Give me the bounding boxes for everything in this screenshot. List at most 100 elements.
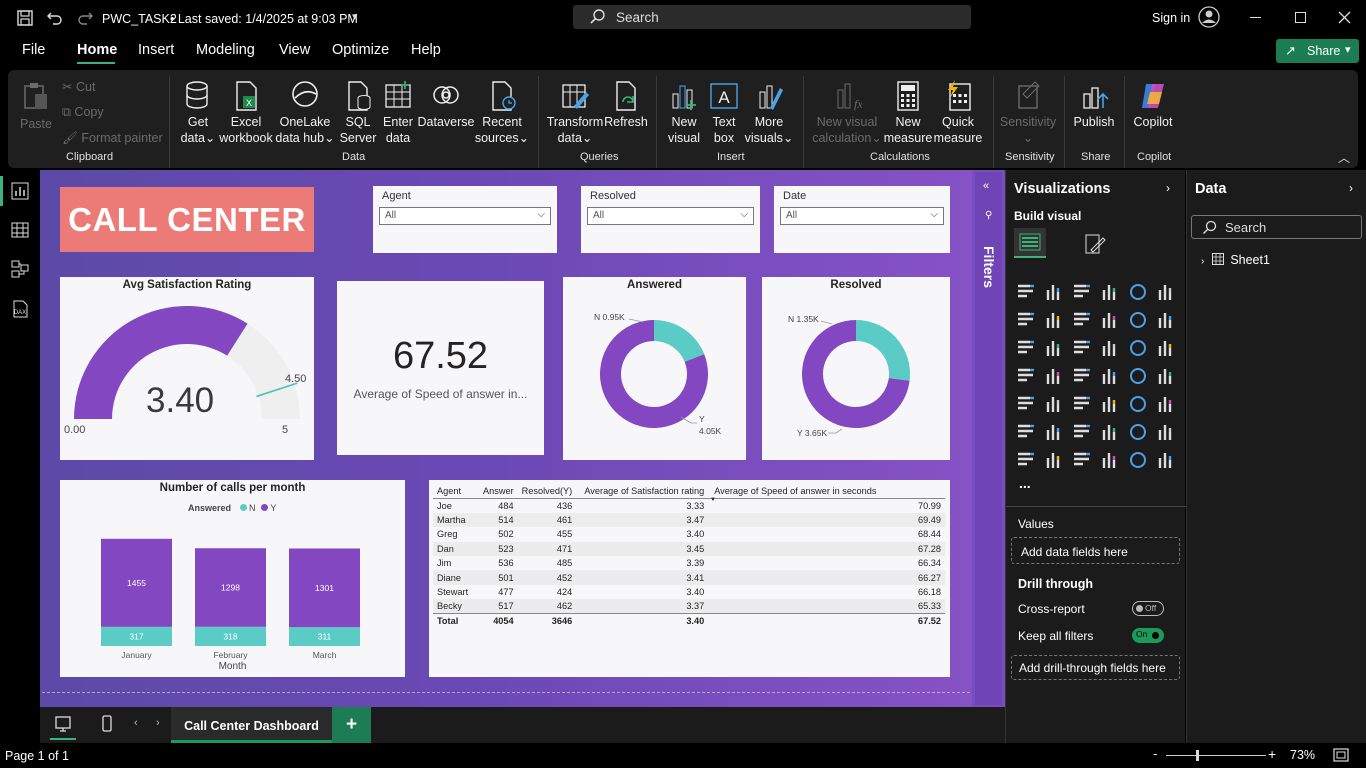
add-drill-through-well[interactable]: Add drill-through fields here [1011, 655, 1180, 680]
100-area-icon[interactable] [1100, 310, 1120, 330]
onelake-button[interactable]: OneLake data hub⌄ [274, 80, 336, 146]
treemap-icon[interactable] [1016, 366, 1036, 386]
python-icon[interactable] [1016, 422, 1036, 442]
narrative-icon[interactable] [1156, 450, 1176, 470]
menu-optimize[interactable]: Optimize [332, 42, 389, 58]
collapse-viz-icon[interactable]: › [1166, 181, 1170, 195]
keep-filters-toggle[interactable]: On [1132, 628, 1164, 643]
table-view-icon[interactable] [11, 221, 29, 239]
agent-table-card[interactable]: Agent Answer Resolved(Y) Average of Sati… [429, 480, 950, 677]
kpi-card[interactable]: 67.52 Average of Speed of answer in... [337, 281, 544, 455]
line-icon[interactable] [1016, 310, 1036, 330]
azure-map-icon[interactable] [1100, 366, 1120, 386]
clustered-bar-icon[interactable] [1072, 282, 1092, 302]
table-row[interactable]: Diane 501 452 3.41 66.27 [433, 570, 945, 585]
zoom-slider[interactable] [1166, 750, 1266, 761]
resolved-donut-card[interactable]: Resolved N 1.35K Y 3.65K [762, 277, 950, 460]
zoom-out-icon[interactable]: - [1153, 746, 1157, 761]
dax-query-icon[interactable]: DAX [11, 300, 29, 318]
column-header[interactable]: Average of Satisfaction rating [576, 484, 708, 498]
power-apps-icon[interactable] [1044, 450, 1064, 470]
zoom-in-icon[interactable]: + [1268, 746, 1276, 762]
gauge-icon[interactable] [1128, 366, 1148, 386]
kpi-icon[interactable] [1044, 394, 1064, 414]
pie-icon[interactable] [1128, 338, 1148, 358]
line-clustered-column-icon[interactable] [1156, 310, 1176, 330]
minimize-icon[interactable] [1250, 17, 1261, 18]
redo-icon[interactable] [76, 9, 94, 27]
save-icon[interactable] [16, 9, 34, 27]
add-data-fields-well[interactable]: Add data fields here [1011, 537, 1180, 564]
copilot-button[interactable]: Copilot [1130, 80, 1176, 130]
100-bar-icon[interactable] [1128, 282, 1148, 302]
page-tab-call-center[interactable]: Call Center Dashboard [171, 707, 332, 743]
multi-row-card-icon[interactable] [1016, 394, 1036, 414]
slicer-resolved[interactable]: Resolved All ⌵ [581, 186, 760, 253]
report-view-icon[interactable] [11, 182, 29, 200]
column-header[interactable]: Agent [433, 484, 479, 498]
ribbon-icon[interactable] [1016, 338, 1036, 358]
table-row[interactable]: Becky 517 462 3.37 65.33 [433, 599, 945, 614]
filters-strip[interactable]: « ⚲ Filters [975, 172, 1002, 705]
enter-data-button[interactable]: Enter data [378, 80, 418, 146]
chevron-down-icon[interactable]: ▾ [352, 10, 358, 23]
table-row[interactable]: Greg 502 455 3.40 68.44 [433, 527, 945, 541]
stacked-column-icon[interactable] [1044, 282, 1064, 302]
table-row[interactable]: Dan 523 471 3.45 67.28 [433, 541, 945, 556]
slicer-agent[interactable]: Agent All ⌵ [373, 186, 557, 253]
new-visual-button[interactable]: New visual [664, 80, 704, 146]
user-avatar-icon[interactable] [1198, 6, 1220, 28]
zoom-slider-thumb[interactable] [1196, 750, 1199, 761]
table-row[interactable]: Jim 536 485 3.39 66.34 [433, 556, 945, 570]
quick-measure-button[interactable]: Quick measure [932, 80, 984, 146]
menu-file[interactable]: File [22, 42, 45, 58]
collapse-data-icon[interactable]: › [1349, 181, 1353, 195]
arcgis-icon[interactable] [1128, 450, 1148, 470]
menu-insert[interactable]: Insert [138, 42, 174, 58]
new-measure-button[interactable]: New measure [884, 80, 932, 146]
stacked-bar-icon[interactable] [1016, 282, 1036, 302]
slicer-icon[interactable] [1072, 394, 1092, 414]
table-sheet1[interactable]: › Sheet1 [1201, 253, 1270, 267]
slicer-dropdown[interactable]: All ⌵ [379, 207, 551, 225]
clustered-column-icon[interactable] [1100, 282, 1120, 302]
cross-report-toggle[interactable]: Off [1132, 601, 1164, 616]
transform-data-button[interactable]: Transform data⌄ [546, 80, 604, 146]
collapse-ribbon-icon[interactable]: ︿ [1338, 149, 1350, 166]
format-visual-icon[interactable] [1083, 232, 1107, 256]
model-view-icon[interactable] [11, 260, 29, 278]
100-column-icon[interactable] [1156, 282, 1176, 302]
stacked-area-icon[interactable] [1072, 310, 1092, 330]
donut-slice-n[interactable] [654, 320, 705, 362]
recent-sources-button[interactable]: Recent sources⌄ [474, 80, 530, 146]
card-icon[interactable] [1156, 366, 1176, 386]
metrics-icon[interactable] [1100, 450, 1120, 470]
dataverse-button[interactable]: Dataverse [418, 80, 475, 130]
text-box-button[interactable]: A Text box [704, 80, 744, 146]
next-page-icon[interactable]: › [156, 717, 160, 729]
calls-per-month-card[interactable]: Number of calls per month Answered N Y 3… [60, 480, 405, 677]
column-header[interactable]: Average of Speed of answer in seconds ▼ [708, 484, 945, 503]
slicer-dropdown[interactable]: All ⌵ [780, 207, 944, 225]
r-visual-icon[interactable] [1156, 394, 1176, 414]
expand-left-icon[interactable]: « [983, 180, 989, 192]
close-icon[interactable] [1338, 11, 1351, 24]
key-influencers-icon[interactable] [1044, 422, 1064, 442]
prev-page-icon[interactable]: ‹ [134, 717, 138, 729]
menu-view[interactable]: View [279, 42, 310, 58]
table-row[interactable]: Stewart 477 424 3.40 66.18 [433, 585, 945, 599]
table-row[interactable]: Joe 484 436 3.33 70.99 [433, 498, 945, 512]
table-icon[interactable] [1100, 394, 1120, 414]
data-search-box[interactable]: Search [1191, 215, 1362, 239]
scatter-icon[interactable] [1100, 338, 1120, 358]
column-header[interactable]: Resolved(Y) [518, 484, 577, 498]
mobile-layout-icon[interactable] [100, 715, 114, 733]
menu-modeling[interactable]: Modeling [196, 42, 255, 58]
area-icon[interactable] [1044, 310, 1064, 330]
maximize-icon[interactable] [1295, 12, 1306, 23]
table-row[interactable]: Martha 514 461 3.47 69.49 [433, 512, 945, 528]
gauge-card[interactable]: Avg Satisfaction Rating 3.40 0.00 5 4.50 [60, 277, 314, 460]
menu-help[interactable]: Help [411, 42, 441, 58]
waterfall-icon[interactable] [1044, 338, 1064, 358]
sign-in-link[interactable]: Sign in [1152, 11, 1190, 25]
